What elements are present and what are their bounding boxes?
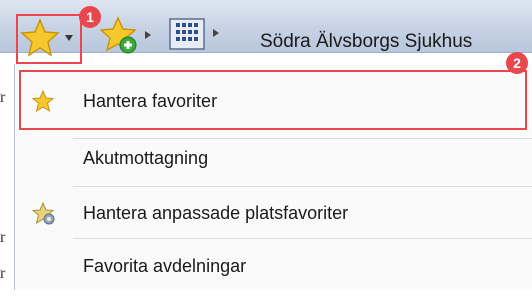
star-add-icon [100,16,137,54]
background-page-fragment: r r r [0,53,14,290]
favorites-toolbar: 1 Södra Älvsborgs Sjukhus [0,0,532,64]
menu-item-manage-custom-location-favorites[interactable]: Hantera anpassade platsfavoriter [15,188,532,242]
chevron-right-icon [213,29,219,37]
star-settings-icon [32,202,55,225]
highlight-box-manage-favorites [19,70,527,130]
step-badge-1: 1 [79,6,101,28]
chevron-right-icon [145,31,151,39]
background-text-fragment: r [0,229,6,246]
menu-separator [73,186,532,187]
menu-item-label: Favorita avdelningar [83,256,247,276]
highlight-box-favorites-button [16,14,82,64]
background-text-fragment: r [0,89,6,106]
menu-separator [73,138,532,139]
favorites-dropdown-menu: Hantera favoriter 2 Akutmottagning Hante… [14,52,532,290]
step-badge-2: 2 [506,52,528,74]
menu-item-label: Akutmottagning [83,148,209,168]
current-location-label[interactable]: Södra Älvsborgs Sjukhus [260,31,472,53]
menu-item-favorite-departments[interactable]: Favorita avdelningar [15,242,532,296]
building-icon [169,18,205,50]
menu-item-label: Hantera anpassade platsfavoriter [83,203,349,223]
location-button[interactable] [168,16,228,50]
background-text-fragment: r [0,265,6,282]
add-favorite-button[interactable] [100,14,154,54]
menu-separator [73,238,532,239]
